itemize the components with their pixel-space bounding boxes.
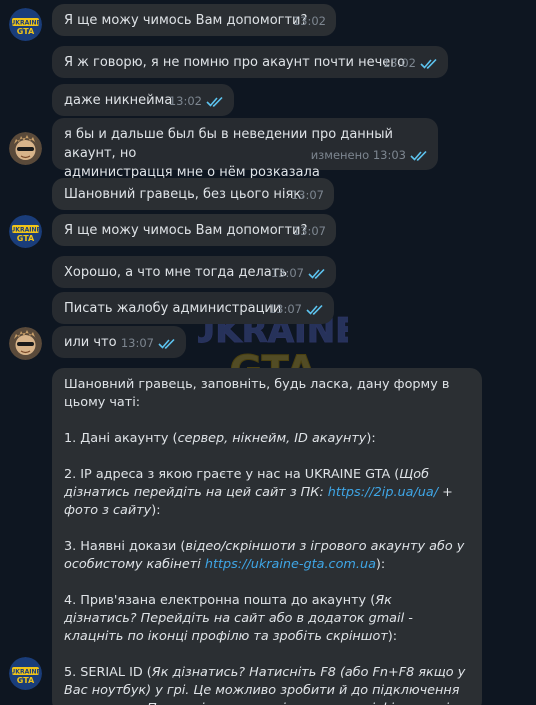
message-bubble[interactable]: Я ще можу чимось Вам допомогти? 13:02 — [52, 4, 336, 36]
user-avatar[interactable] — [9, 327, 42, 360]
message-time: 13:02 — [382, 56, 416, 70]
message-bubble[interactable]: Хорошо, а что мне тогда делать 13:07 — [52, 256, 336, 288]
message-text: или что — [64, 335, 117, 350]
ugta-logo-icon: UKRAINE GTA — [9, 657, 42, 690]
message-text: Я ще можу чимось Вам допомогти? — [64, 13, 308, 28]
message-bubble[interactable]: или что 13:07 — [52, 326, 186, 358]
message-bubble[interactable]: Писать жалобу администрации 13:07 — [52, 292, 334, 324]
user-avatar[interactable] — [9, 132, 42, 165]
user-face-icon — [9, 327, 42, 360]
form-item-5: 5. SERIAL ID (Як дізнатись? Натисніть F8… — [64, 665, 466, 705]
message-time: 13:07 — [268, 302, 302, 316]
user-face-icon — [9, 132, 42, 165]
message-text: Писать жалобу администрации — [64, 301, 282, 316]
message-time: 13:07 — [292, 224, 326, 238]
message-bubble[interactable]: Шановний гравець, без цього ніяк. 13:07 — [52, 178, 334, 210]
form-item-1: 1. Дані акаунту (сервер, нікнейм, ID ака… — [64, 431, 376, 446]
message-time: 13:07 — [290, 188, 324, 202]
svg-text:GTA: GTA — [17, 234, 35, 243]
form-message-bubble[interactable]: Шановний гравець, заповніть, будь ласка,… — [52, 368, 482, 705]
message-text: Я ж говорю, я не помню про акаунт почти … — [64, 55, 406, 70]
double-check-icon — [206, 96, 224, 107]
ugta-avatar[interactable]: UKRAINE GTA — [9, 215, 42, 248]
message-bubble[interactable]: Я ж говорю, я не помню про акаунт почти … — [52, 46, 448, 78]
form-item-4: 4. Прив'язана електронна пошта до акаунт… — [64, 593, 413, 644]
message-time: 13:02 — [168, 94, 202, 108]
ip-link[interactable]: https://2ip.ua/ua/ — [328, 485, 438, 500]
form-item-2: 2. IP адреса з якою граєте у нас на UKRA… — [64, 467, 453, 518]
double-check-icon — [308, 268, 326, 279]
svg-text:GTA: GTA — [17, 676, 35, 685]
svg-text:UKRAINE: UKRAINE — [10, 227, 40, 234]
message-text: даже никнейма — [64, 93, 173, 108]
double-check-icon — [158, 338, 176, 349]
site-link[interactable]: https://ukraine-gta.com.ua — [205, 557, 376, 572]
double-check-icon — [410, 150, 428, 161]
ugta-logo-icon: UKRAINE GTA — [9, 8, 42, 41]
message-bubble[interactable]: я бы и дальше был бы в неведении про дан… — [52, 118, 438, 180]
svg-text:UKRAINE: UKRAINE — [10, 20, 40, 27]
message-text: Хорошо, а что мне тогда делать — [64, 265, 287, 280]
message-time: 13:07 — [120, 336, 154, 350]
message-bubble[interactable]: Я ще можу чимось Вам допомогти? 13:07 — [52, 214, 336, 246]
message-text: Шановний гравець, без цього ніяк. — [64, 187, 306, 202]
form-item-3: 3. Наявні докази (відео/скріншоти з ігро… — [64, 539, 465, 572]
message-text: Я ще можу чимось Вам допомогти? — [64, 223, 308, 238]
form-intro: Шановний гравець, заповніть, будь ласка,… — [64, 377, 450, 410]
double-check-icon — [306, 304, 324, 315]
message-time: 13:07 — [270, 266, 304, 280]
message-time: 13:02 — [292, 14, 326, 28]
ugta-logo-icon: UKRAINE GTA — [9, 215, 42, 248]
ugta-avatar[interactable]: UKRAINE GTA — [9, 8, 42, 41]
svg-text:GTA: GTA — [17, 27, 35, 36]
ugta-avatar[interactable]: UKRAINE GTA — [9, 657, 42, 690]
svg-text:UKRAINE: UKRAINE — [10, 669, 40, 676]
message-bubble[interactable]: даже никнейма 13:02 — [52, 84, 234, 116]
message-time: изменено 13:03 — [310, 148, 406, 162]
double-check-icon — [420, 58, 438, 69]
